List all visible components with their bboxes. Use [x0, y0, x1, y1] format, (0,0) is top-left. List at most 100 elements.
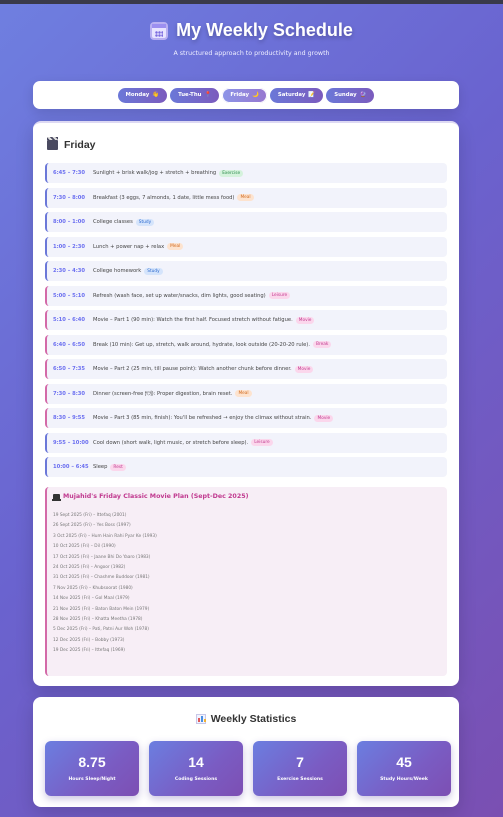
schedule-entry: 6:45 – 7:30 Sunlight + brisk walk/jog + s… [45, 163, 447, 183]
stat-label: Coding Sessions [174, 777, 218, 782]
movie-plan-heading: Mujahid's Friday Classic Movie Plan (Sep… [52, 493, 249, 501]
tab-sunday[interactable]: Sunday 🔮 [326, 87, 375, 103]
schedule-entry: 6:50 – 7:35 Movie – Part 2 (25 min, till … [45, 359, 447, 379]
movie-plan-item: 31 Oct 2025 (Fri) – Chashme Buddoor (198… [53, 575, 150, 581]
entry-activity: Break (10 min): Get up, stretch, walk ar… [93, 341, 310, 348]
entry-activity: Sleep [93, 464, 108, 470]
movie-plan-item: 7 Nov 2025 (Fri) – Khubsoorat (1980) [53, 585, 133, 591]
entry-time: 2:30 – 4:30 [53, 268, 86, 274]
stat-value: 45 [396, 754, 412, 770]
entry-time: 6:50 – 7:35 [53, 366, 86, 372]
movie-plan-item: 17 Oct 2025 (Fri) – Jaane Bhi Do Yaaro (… [53, 554, 151, 560]
movie-plan-item: 24 Oct 2025 (Fri) – Angoor (1982) [53, 564, 126, 570]
schedule-entry: 6:40 – 6:50 Break (10 min): Get up, stret… [45, 334, 447, 355]
entry-time: 5:10 – 6:40 [53, 317, 86, 323]
stat-value: 14 [188, 754, 204, 770]
entry-tag-badge: Rest [110, 463, 126, 471]
stats-heading: Weekly Statistics [33, 713, 459, 725]
movie-plan-item: 14 Nov 2025 (Fri) – Gol Maal (1979) [53, 596, 130, 602]
page-title: My Weekly Schedule [176, 20, 353, 40]
stat-label: Study Hours/Week [380, 777, 428, 782]
tab-label: Tue-Thu [178, 92, 202, 98]
entry-activity: Cool down (short walk, light music, or s… [93, 439, 249, 446]
movie-plan-item: 19 Sept 2025 (Fri) – Ittefaq (2001) [53, 513, 127, 518]
entry-activity: Breakfast (3 eggs, 7 almonds, 1 date, li… [93, 194, 235, 201]
schedule-entry: 8:30 – 9:55 Movie – Part 3 (85 min, finis… [45, 408, 447, 428]
movie-plan-item: 21 Nov 2025 (Fri) – Baton Baton Mein (19… [53, 606, 150, 612]
calendar-icon [150, 21, 169, 40]
entry-activity: College classes [93, 219, 133, 225]
weekly-statistics-card: Weekly Statistics 8.75 Hours Sleep/Night 1… [33, 697, 459, 807]
page-header: My Weekly Schedule A structured approach… [0, 4, 503, 82]
tab-friday[interactable]: Friday 🌙 [222, 87, 267, 103]
movie-plan-item: 10 Oct 2025 (Fri) – Dil (1990) [53, 544, 116, 550]
schedule-entry: 7:30 – 8:00 Breakfast (3 eggs, 7 almonds,… [45, 187, 447, 208]
entry-time: 1:00 – 2:30 [53, 243, 86, 250]
entry-activity: Movie – Part 3 (85 min, finish): You'll … [93, 415, 312, 421]
entry-time: 6:45 – 7:30 [53, 170, 86, 176]
stat-label: Exercise Sessions [277, 777, 323, 782]
title-row: My Weekly Schedule [0, 20, 503, 41]
stats-title: Weekly Statistics [210, 713, 297, 725]
stats-row: 8.75 Hours Sleep/Night 14 Coding Sessions 7 E… [45, 741, 451, 796]
day-title: Friday [64, 139, 96, 151]
tab-monday[interactable]: Monday 👋 [117, 87, 168, 103]
crystal-ball-icon: 🔮 [359, 92, 367, 98]
stat-label: Hours Sleep/Night [68, 777, 116, 782]
stat-card: 8.75 Hours Sleep/Night [45, 741, 139, 796]
movie-plan-item: 3 Oct 2025 (Fri) – Hum Hain Rahi Pyar Ke… [53, 533, 157, 539]
entry-time: 10:00 – 6:45 [53, 464, 89, 470]
entry-tag-badge: Exercise [219, 169, 244, 177]
tab-tue-thu[interactable]: Tue-Thu 📍 [170, 87, 220, 103]
movie-plan-title: Mujahid's Friday Classic Movie Plan (Sep… [63, 493, 249, 500]
day-heading: Friday [47, 137, 96, 151]
schedule-entry: 7:30 – 8:30 Dinner (screen-free 🍽): Prope… [45, 383, 447, 404]
day-schedule-card: Friday 6:45 – 7:30 Sunlight + brisk walk/… [33, 121, 459, 686]
schedule-entry: 2:30 – 4:30 College homework Study [45, 261, 447, 281]
tab-label: Friday [230, 92, 250, 98]
schedule-entry: 1:00 – 2:30 Lunch + power nap + relax Meal [45, 236, 447, 257]
tab-saturday[interactable]: Saturday 📝 [269, 87, 324, 103]
entry-time: 7:30 – 8:30 [53, 390, 86, 397]
stat-card: 14 Coding Sessions [149, 741, 243, 796]
entry-tag-badge: Leisure [251, 439, 273, 446]
entry-tag-badge: Movie [294, 365, 314, 373]
wave-icon: 👋 [152, 92, 160, 98]
entry-time: 6:40 – 6:50 [53, 341, 86, 348]
entry-time: 7:30 – 8:00 [53, 194, 86, 201]
entry-tag-badge: Break [312, 341, 332, 348]
entry-tag-badge: Study [144, 267, 163, 275]
entry-activity: College homework [93, 268, 142, 274]
page-subtitle: A structured approach to productivity an… [173, 50, 330, 57]
day-tabs: Monday 👋 Tue-Thu 📍 Friday 🌙 Saturday 📝 Sunda… [33, 81, 459, 109]
movie-plan-item: 28 Nov 2025 (Fri) – Khatta Meetha (1978) [53, 616, 143, 622]
entry-activity: Lunch + power nap + relax [93, 243, 165, 250]
stat-card: 7 Exercise Sessions [253, 741, 347, 796]
movie-plan-item: 5 Dec 2025 (Fri) – Pati, Patni Aur Woh (… [53, 627, 149, 633]
clapperboard-icon [47, 137, 58, 150]
entry-activity: Movie – Part 2 (25 min, till pause point… [93, 366, 292, 372]
entry-activity: Sunlight + brisk walk/jog + stretch + br… [93, 170, 217, 176]
movie-plan-item: 19 Dec 2025 (Fri) – Ittefaq (1969) [53, 648, 125, 654]
tab-label: Sunday [334, 92, 357, 98]
entry-time: 5:00 – 5:10 [53, 292, 86, 299]
tab-label: Saturday [277, 92, 306, 98]
movie-plan-item: 12 Dec 2025 (Fri) – Bobby (1973) [53, 637, 125, 643]
stat-value: 8.75 [78, 754, 106, 770]
movie-plan-box: Mujahid's Friday Classic Movie Plan (Sep… [45, 487, 447, 676]
entry-tag-badge: Movie [295, 316, 315, 324]
entry-activity: Movie – Part 1 (90 min): Watch the first… [93, 317, 293, 323]
stat-value: 7 [296, 754, 304, 770]
pin-icon: 📍 [204, 92, 212, 98]
bar-chart-icon [195, 714, 206, 724]
top-hat-icon [52, 493, 61, 501]
schedule-list: 6:45 – 7:30 Sunlight + brisk walk/jog + s… [45, 163, 447, 482]
schedule-entry: 8:00 – 1:00 College classes Study [45, 212, 447, 232]
schedule-entry: 9:55 – 10:00 Cool down (short walk, light… [45, 432, 447, 453]
tab-label: Monday [125, 92, 150, 98]
movie-plan-item: 26 Sept 2025 (Fri) – Yes Boss (1997) [53, 523, 131, 529]
entry-time: 8:00 – 1:00 [53, 219, 86, 225]
entry-tag-badge: Study [135, 218, 155, 226]
entry-time: 8:30 – 9:55 [53, 415, 86, 421]
memo-icon: 📝 [308, 92, 316, 98]
